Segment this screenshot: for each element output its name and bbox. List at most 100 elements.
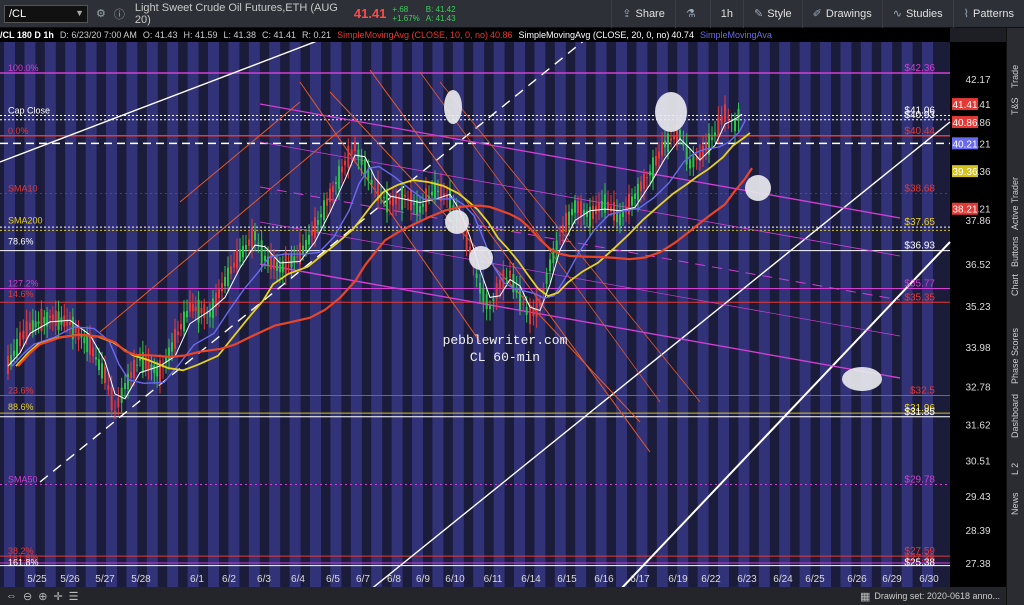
sma20-value: 40.74: [671, 30, 694, 40]
price-axis-label: 33.98: [965, 343, 990, 354]
info-icon[interactable]: ⓘ: [114, 6, 125, 22]
line-label-right: $29.78: [904, 474, 935, 485]
candle-body: [512, 274, 515, 293]
candle-body: [191, 304, 194, 312]
bar-high: H: 41.59: [183, 30, 218, 40]
sma-next-label[interactable]: SimpleMovingAva: [700, 30, 772, 40]
line-label-left: 127.2%: [8, 279, 39, 289]
studies-button[interactable]: ∿ Studies: [881, 0, 953, 28]
candle-body: [180, 323, 182, 330]
sma10-label[interactable]: SimpleMovingAvg (CLOSE, 10, 0, no): [337, 30, 488, 40]
dock-tab-label: T&S: [1010, 96, 1020, 115]
price-tag-text: 38.21: [952, 205, 977, 216]
candle-body: [136, 364, 138, 366]
crosshair-icon[interactable]: ✛: [53, 590, 62, 603]
price-tag-text: 40.21: [952, 139, 977, 150]
price-axis-label: 31.62: [965, 420, 990, 431]
candle-body: [529, 307, 531, 325]
candle-body: [338, 166, 340, 189]
candle-body: [183, 311, 185, 332]
candle-body: [592, 205, 594, 219]
candle-body: [127, 373, 129, 390]
time-axis-label: 6/2: [222, 574, 236, 585]
style-button[interactable]: ✎ Style: [742, 0, 802, 28]
settings-icon[interactable]: ⚙: [96, 7, 106, 20]
sma20-label[interactable]: SimpleMovingAvg (CLOSE, 20, 0, no): [519, 30, 670, 40]
candle-body: [273, 257, 275, 269]
drawings-label: Drawings: [825, 7, 872, 20]
candle-body: [601, 201, 603, 211]
change-abs: +.68: [392, 4, 409, 14]
dock-tab-label: Trade: [1010, 64, 1020, 88]
candle-body: [347, 145, 350, 168]
time-axis-label: 6/1: [190, 574, 204, 585]
highlight-ellipse: [445, 210, 469, 234]
time-axis-label: 6/17: [630, 574, 650, 585]
candle-body: [221, 282, 223, 292]
price-chart[interactable]: 42.17 41.41 40.86 40.21 39.36 38.2137.86 36.52…: [0, 42, 1006, 590]
line-label-right: $42.36: [904, 63, 935, 74]
candle-body: [658, 151, 660, 159]
time-axis-label: 5/28: [131, 574, 151, 585]
candle-body: [130, 371, 132, 378]
symbol-input[interactable]: /CL ▼: [4, 4, 88, 23]
line-label-right: $40.93: [904, 110, 935, 121]
candle-body: [51, 314, 54, 321]
candle-body: [16, 339, 18, 356]
chevron-down-icon[interactable]: ▼: [75, 8, 84, 18]
timeframe-label: 1h: [720, 7, 733, 20]
bid: B: 41.42: [425, 4, 456, 14]
candle-body: [29, 322, 31, 331]
candle-body: [437, 190, 439, 193]
candle-body: [248, 239, 250, 246]
share-button[interactable]: ⇪ Share: [611, 0, 675, 28]
bottom-bar: ⇔ ⊖ ⊕ ✛ ☰ ▦ Drawing set: 2020-0618 anno.…: [0, 587, 1006, 605]
session-band: [901, 42, 913, 590]
session-band: [616, 42, 627, 590]
candle-body: [714, 132, 716, 136]
candle-body: [92, 347, 94, 357]
chart-svg[interactable]: 42.17 41.41 40.86 40.21 39.36 38.2137.86 36.52…: [0, 42, 1006, 590]
candle-body: [98, 359, 100, 371]
candle-body: [107, 385, 110, 391]
candle-body: [236, 249, 238, 269]
candle-body: [242, 245, 244, 258]
menu-icon[interactable]: ☰: [69, 590, 79, 603]
drawings-button[interactable]: ✐ Drawings: [801, 0, 882, 28]
zoom-in-icon[interactable]: ⊕: [38, 590, 47, 603]
bar-open: O: 41.43: [142, 30, 178, 40]
candle-body: [422, 203, 424, 207]
time-axis-label: 6/22: [701, 574, 721, 585]
candle-body: [661, 141, 663, 156]
time-axis-label: 6/9: [416, 574, 430, 585]
pan-icon[interactable]: ⇔: [6, 590, 17, 602]
candle-body: [22, 330, 25, 340]
candle-body: [465, 230, 468, 251]
candle-body: [257, 242, 260, 244]
zoom-out-icon[interactable]: ⊖: [23, 590, 32, 603]
timeframe-button[interactable]: 1h: [709, 0, 743, 28]
candle-body: [574, 200, 576, 213]
bid-ask-box: B: 41.42 A: 41.43: [426, 5, 456, 23]
candle-body: [200, 307, 203, 314]
drawing-set-label[interactable]: Drawing set: 2020-0618 anno...: [874, 591, 1000, 601]
patterns-icon: ⌇: [963, 8, 970, 20]
session-band: [554, 42, 566, 590]
highlight-ellipse: [745, 175, 771, 201]
session-band: [718, 42, 729, 590]
highlight-ellipse: [444, 90, 462, 124]
candle-body: [194, 306, 197, 312]
flask-button[interactable]: ⚗: [674, 0, 710, 28]
candle-body: [323, 200, 325, 221]
candle-body: [360, 156, 363, 165]
session-band: [146, 42, 158, 590]
candle-body: [270, 252, 272, 270]
session-band: [330, 42, 342, 590]
candle-body: [245, 244, 247, 250]
candle-body: [341, 166, 343, 173]
candle-body: [489, 305, 491, 310]
patterns-button[interactable]: ⌇ Patterns: [952, 0, 1024, 28]
candle-body: [389, 200, 391, 205]
time-axis-label: 6/14: [521, 574, 541, 585]
time-axis-label: 6/15: [557, 574, 577, 585]
